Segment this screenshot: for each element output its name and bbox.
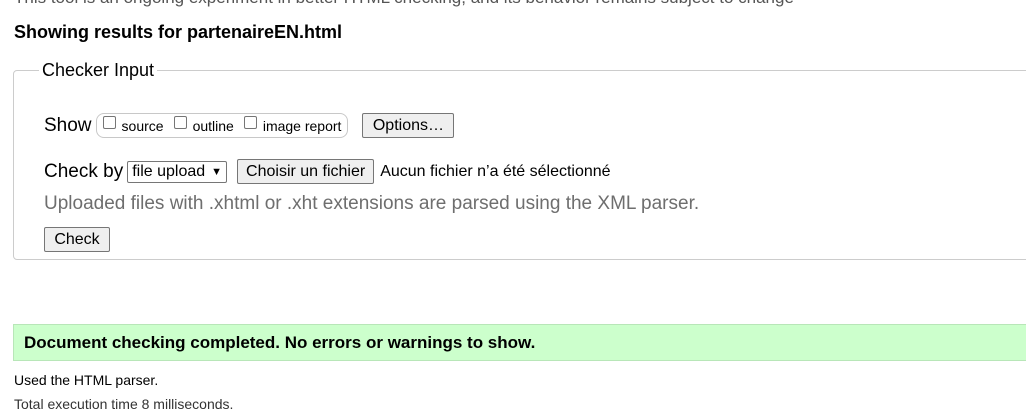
- upload-note: Uploaded files with .xhtml or .xht exten…: [44, 193, 700, 214]
- show-options-group: source outline image report: [95, 113, 349, 138]
- intro-text-partial: This tool is an ongoing experiment in be…: [14, 0, 794, 8]
- show-image-report-option[interactable]: image report: [243, 116, 342, 134]
- check-row: Check: [44, 227, 110, 252]
- used-parser-text: Used the HTML parser.: [14, 372, 159, 388]
- show-source-option[interactable]: source: [102, 116, 164, 134]
- source-checkbox[interactable]: [102, 116, 116, 129]
- checker-input-fieldset: Checker Input Show source outline image …: [13, 60, 1026, 260]
- source-label: source: [121, 117, 164, 134]
- image-report-label: image report: [262, 117, 342, 134]
- check-by-label: Check by: [44, 160, 124, 182]
- show-label: Show: [44, 114, 92, 136]
- success-message-box: Document checking completed. No errors o…: [13, 324, 1026, 361]
- execution-time-partial: Total execution time 8 milliseconds.: [14, 396, 234, 412]
- checker-input-legend: Checker Input: [42, 60, 155, 80]
- check-by-selected-value: file upload: [132, 162, 206, 180]
- options-button[interactable]: Options…: [362, 113, 455, 138]
- show-row: Show source outline image report Options…: [44, 113, 455, 138]
- parser-note-row: Uploaded files with .xhtml or .xht exten…: [44, 193, 699, 215]
- check-by-row: Check by file upload ▼ Choisir un fichie…: [44, 159, 611, 184]
- show-outline-option[interactable]: outline: [173, 116, 234, 134]
- chevron-down-icon: ▼: [211, 165, 223, 178]
- file-status-text: Aucun fichier n’a été sélectionné: [380, 162, 611, 180]
- outline-label: outline: [192, 117, 234, 134]
- check-button[interactable]: Check: [44, 227, 110, 252]
- outline-checkbox[interactable]: [173, 116, 187, 129]
- choose-file-button[interactable]: Choisir un fichier: [237, 159, 375, 184]
- check-by-select[interactable]: file upload ▼: [127, 160, 228, 183]
- image-report-checkbox[interactable]: [243, 116, 257, 129]
- results-heading: Showing results for partenaireEN.html: [14, 22, 343, 42]
- success-message: Document checking completed. No errors o…: [24, 332, 536, 352]
